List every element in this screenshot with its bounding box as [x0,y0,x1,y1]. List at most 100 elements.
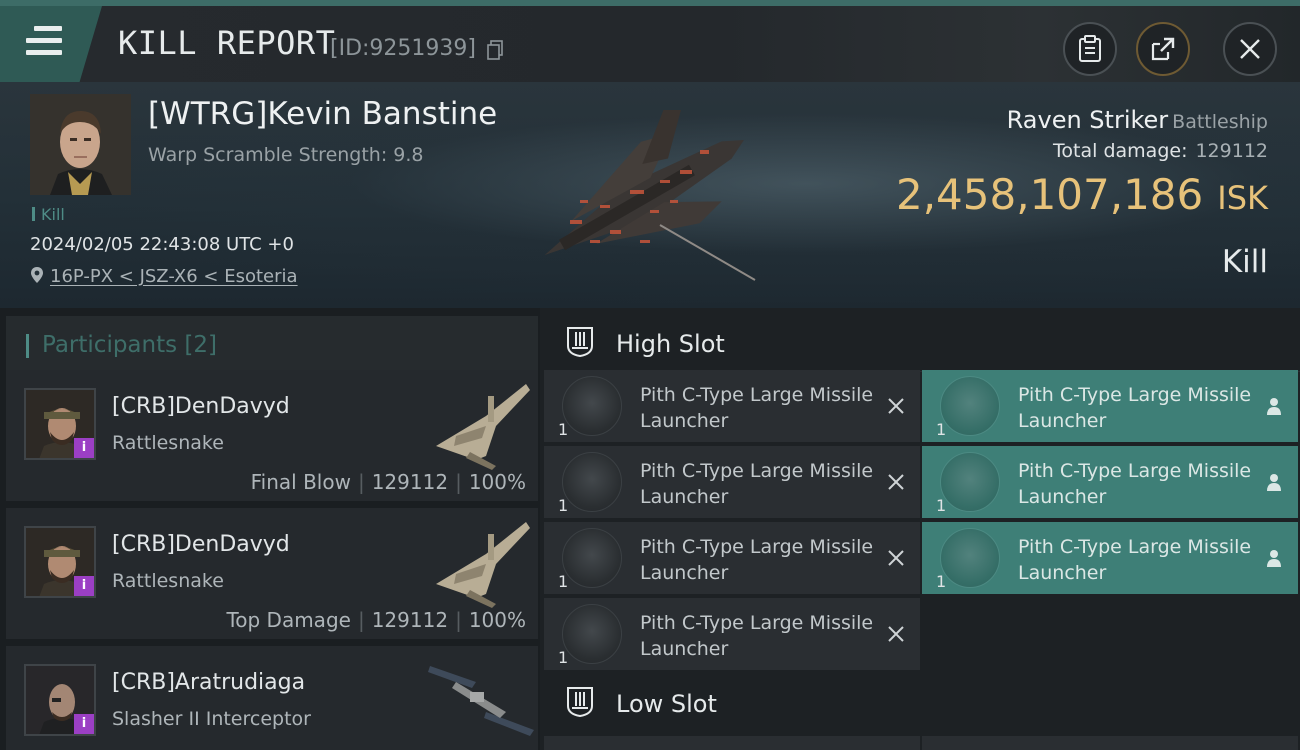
participant-percent: 100% [468,470,526,494]
missile-launcher-icon [940,528,1000,588]
participant-row[interactable]: i [CRB]DenDavyd Rattlesnake Final Blow | 1… [6,370,538,504]
close-button[interactable] [1223,22,1277,76]
participant-role: Top Damage [226,608,351,632]
location-link[interactable]: 16P-PX < JSZ-X6 < Esoteria [50,266,298,287]
destroyed-x-icon [888,474,904,490]
victim-header: [WTRG]Kevin Banstine Warp Scramble Stren… [0,82,1300,308]
participant-role: Final Blow [250,470,351,494]
participant-ship: Slasher II Interceptor [112,708,311,730]
module-item-dropped[interactable] [922,736,1298,750]
module-quantity: 1 [558,496,569,515]
copy-icon[interactable] [486,40,504,60]
participant-avatar[interactable]: i [24,388,96,460]
info-badge-icon: i [74,714,94,734]
participant-damage: 129112 [371,470,449,494]
low-slot-header: Low Slot [544,672,1300,732]
module-item-destroyed[interactable]: 1 Pith C-Type Large Missile Launcher [544,446,920,518]
module-quantity: 1 [558,572,569,591]
missile-launcher-icon [562,452,622,512]
participant-ship-image [436,522,530,608]
destroyed-x-icon [888,550,904,566]
person-icon [1267,474,1281,491]
missile-launcher-icon [940,452,1000,512]
module-item-destroyed[interactable] [544,736,920,750]
participant-name[interactable]: [CRB]DenDavyd [112,394,290,419]
module-item-destroyed[interactable]: 1 Pith C-Type Large Missile Launcher [544,522,920,594]
warp-scramble-strength: Warp Scramble Strength: 9.8 [148,144,424,166]
participants-header: Participants [2] [6,316,538,374]
low-slot-label: Low Slot [616,690,717,718]
fitting-panel: High Slot 1 Pith C-Type Large Missile La… [540,308,1300,750]
page-title: KILL REPORT [118,24,336,62]
victim-avatar[interactable] [30,94,131,195]
high-slot-label: High Slot [616,330,725,358]
participant-damage: 129112 [371,608,449,632]
module-name: Pith C-Type Large Missile Launcher [640,384,874,432]
module-item-dropped[interactable]: 1 Pith C-Type Large Missile Launcher [922,446,1298,518]
total-damage: Total damage: 129112 [1053,140,1268,162]
participant-ship: Rattlesnake [112,570,224,592]
victim-ship-class: Battleship [1172,111,1268,133]
module-name: Pith C-Type Large Missile Launcher [640,460,874,508]
module-item-destroyed[interactable]: 1 Pith C-Type Large Missile Launcher [544,370,920,442]
participant-stats: Top Damage | 129112 | 100% [226,608,526,632]
module-item-dropped[interactable]: 1 Pith C-Type Large Missile Launcher [922,522,1298,594]
menu-button[interactable] [0,6,102,82]
kill-result: Kill [1221,244,1268,280]
participant-avatar[interactable]: i [24,664,96,736]
participant-ship-image [436,384,530,470]
participant-ship-image [428,666,534,736]
kill-tag: Kill [32,205,65,224]
missile-launcher-icon [562,604,622,664]
module-name: Pith C-Type Large Missile Launcher [1018,384,1252,432]
module-name: Pith C-Type Large Missile Launcher [1018,460,1252,508]
participant-name[interactable]: [CRB]Aratrudiaga [112,670,305,695]
victim-ship-image [544,110,756,281]
participants-panel: Participants [2] i [CRB]DenDavyd Rattles… [0,308,540,750]
participant-row[interactable]: i [CRB]DenDavyd Rattlesnake Top Damage | 1… [6,508,538,642]
destroyed-x-icon [888,398,904,414]
destroyed-x-icon [888,626,904,642]
module-item-destroyed[interactable]: 1 Pith C-Type Large Missile Launcher [544,598,920,670]
menu-icon [26,26,62,62]
clipboard-button[interactable] [1063,22,1117,76]
module-item-dropped[interactable]: 1 Pith C-Type Large Missile Launcher [922,370,1298,442]
location-pin-icon [31,267,43,283]
module-name: Pith C-Type Large Missile Launcher [640,612,874,660]
close-icon [1240,39,1260,59]
person-icon [1267,550,1281,567]
participant-percent: 100% [468,608,526,632]
module-quantity: 1 [936,420,947,439]
total-damage-value: 129112 [1195,140,1268,162]
person-icon [1267,398,1281,415]
victim-name[interactable]: [WTRG]Kevin Banstine [148,96,497,132]
participant-stats: Final Blow | 129112 | 100% [250,470,526,494]
module-quantity: 1 [936,572,947,591]
share-icon [1151,37,1175,61]
info-badge-icon: i [74,576,94,596]
module-quantity: 1 [558,648,569,667]
high-slot-icon [567,327,593,358]
isk-unit: ISK [1217,179,1268,217]
kill-datetime: 2024/02/05 22:43:08 UTC +0 [30,234,294,255]
isk-value: 2,458,107,186 ISK [895,170,1268,219]
victim-ship-name[interactable]: Raven Striker Battleship [1007,106,1268,134]
missile-launcher-icon [562,376,622,436]
high-slot-header: High Slot [544,312,1300,372]
missile-launcher-icon [940,376,1000,436]
kill-location[interactable]: 16P-PX < JSZ-X6 < Esoteria [30,266,298,287]
participant-ship: Rattlesnake [112,432,224,454]
module-quantity: 1 [558,420,569,439]
participants-label: Participants [2] [42,332,217,358]
missile-launcher-icon [562,528,622,588]
low-slot-icon [567,687,593,718]
report-id: [ID:9251939] [330,36,476,61]
participant-avatar[interactable]: i [24,526,96,598]
share-button[interactable] [1136,22,1190,76]
participant-name[interactable]: [CRB]DenDavyd [112,532,290,557]
clipboard-icon [1079,35,1101,62]
module-name: Pith C-Type Large Missile Launcher [640,536,874,584]
module-name: Pith C-Type Large Missile Launcher [1018,536,1252,584]
top-bar: KILL REPORT [ID:9251939] [0,0,1300,82]
participant-row[interactable]: i [CRB]Aratrudiaga Slasher II Intercepto… [6,646,538,750]
